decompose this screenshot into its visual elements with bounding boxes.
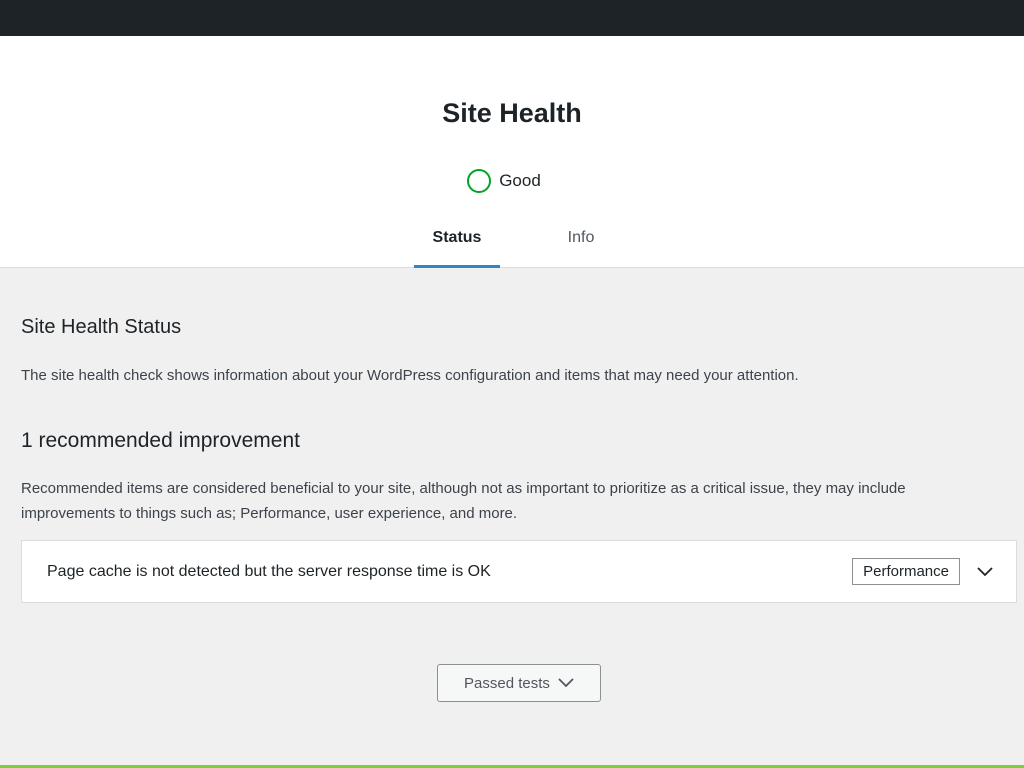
passed-tests-label: Passed tests xyxy=(464,674,550,692)
health-status: Good xyxy=(0,169,1024,193)
passed-tests-button[interactable]: Passed tests xyxy=(437,664,601,702)
issue-title: Page cache is not detected but the serve… xyxy=(47,562,491,580)
health-status-label: Good xyxy=(499,171,541,190)
health-progress-ring-icon xyxy=(467,169,492,193)
chevron-down-icon xyxy=(558,678,574,688)
chevron-down-icon[interactable] xyxy=(974,561,996,583)
issue-accordion-item[interactable]: Page cache is not detected but the serve… xyxy=(21,540,1017,603)
issue-category-badge: Performance xyxy=(852,558,960,585)
tab-info[interactable]: Info xyxy=(500,212,662,268)
tab-nav: Status Info xyxy=(414,212,662,268)
site-health-header: Site Health Good Status Info xyxy=(0,36,1024,268)
tab-status[interactable]: Status xyxy=(414,212,500,268)
admin-bar xyxy=(0,0,1024,36)
section-description: The site health check shows information … xyxy=(21,367,799,384)
recommended-description: Recommended items are considered benefic… xyxy=(21,480,906,522)
section-title: Site Health Status xyxy=(21,316,182,338)
page-title: Site Health xyxy=(442,98,582,128)
improvement-count-heading: 1 recommended improvement xyxy=(21,429,300,452)
